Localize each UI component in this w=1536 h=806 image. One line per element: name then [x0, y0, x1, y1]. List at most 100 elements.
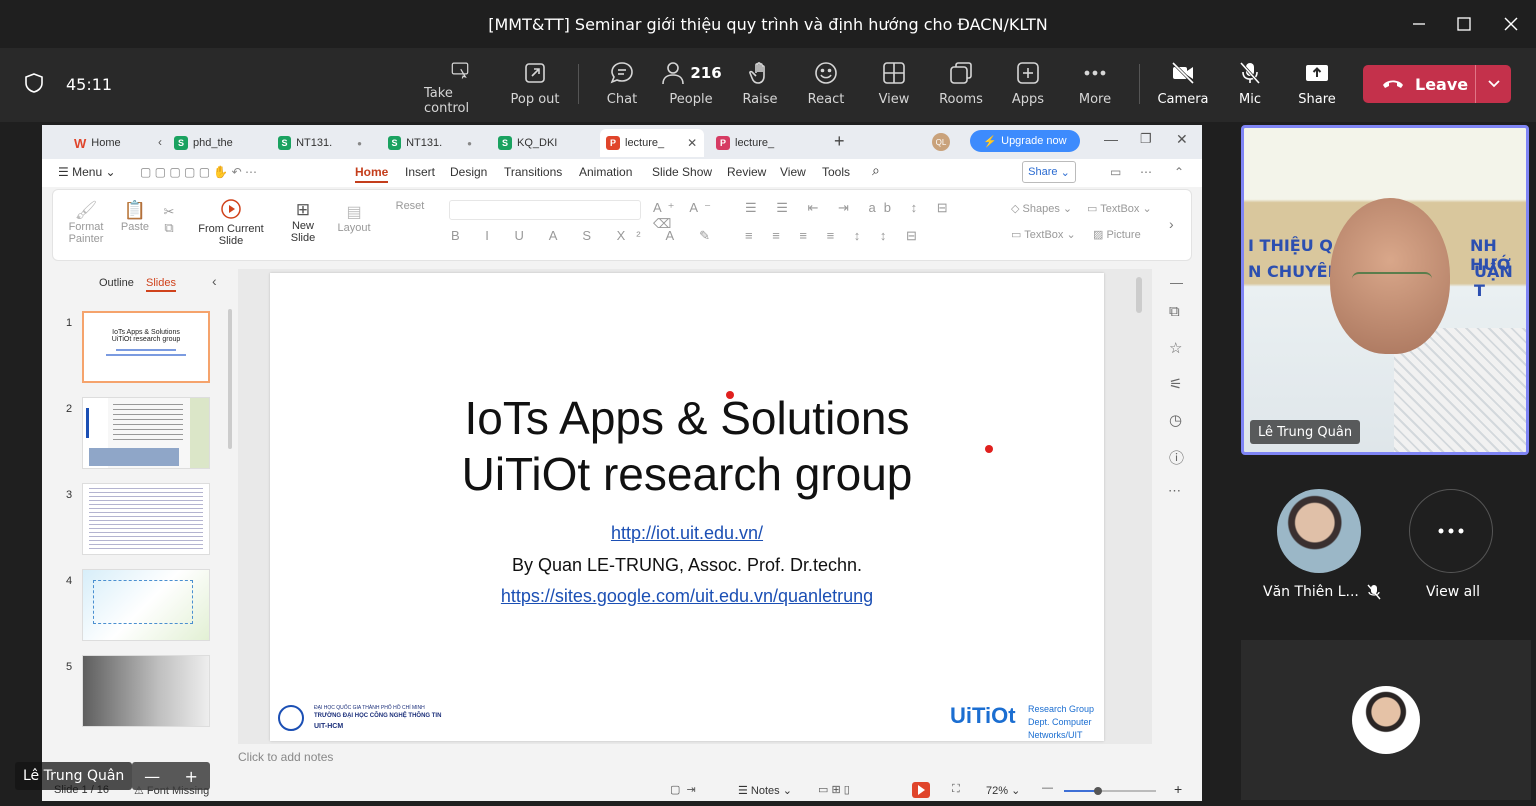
shield-icon[interactable]	[24, 72, 44, 94]
menu-animation[interactable]: Animation	[579, 165, 632, 179]
textbox-button-1[interactable]: ▭ TextBox ⌄	[1087, 202, 1157, 215]
cut-copy-icons[interactable]: ✂ ⧉	[161, 204, 177, 236]
leave-button[interactable]: Leave	[1363, 65, 1511, 103]
wps-minimize-icon[interactable]: —	[1104, 131, 1118, 147]
thumbs-scrollbar[interactable]	[228, 309, 232, 449]
leave-options-button[interactable]	[1475, 65, 1511, 103]
wps-close-icon[interactable]: ✕	[1176, 131, 1188, 148]
slide-thumbnail-1[interactable]: IoTs Apps & Solutions UiTiOt research gr…	[82, 311, 210, 383]
tab-nt131-b[interactable]: S NT131. ●	[382, 129, 478, 157]
rooms-button[interactable]: Rooms	[938, 56, 984, 116]
status-icons[interactable]: ▢ ⇥	[670, 783, 696, 796]
format-painter-button[interactable]: 🖌 Format Painter	[65, 200, 107, 245]
slide-scrollbar[interactable]	[1136, 277, 1142, 313]
slide-link-sites[interactable]: https://sites.google.com/uit.edu.vn/quan…	[501, 586, 873, 606]
view-all-button[interactable]	[1409, 489, 1493, 573]
zoom-in-icon[interactable]: +	[1174, 781, 1182, 797]
slide-link-iot[interactable]: http://iot.uit.edu.vn/	[611, 523, 763, 543]
more-button[interactable]: More	[1072, 56, 1118, 116]
slides-tab[interactable]: Slides	[146, 277, 176, 292]
zoom-out-icon[interactable]: —	[1042, 782, 1053, 794]
account-avatar[interactable]: QL	[932, 133, 950, 151]
wps-restore-icon[interactable]: ❐	[1140, 131, 1152, 147]
camera-button[interactable]: Camera	[1157, 56, 1209, 116]
upgrade-button[interactable]: ⚡ Upgrade now	[970, 130, 1080, 152]
textbox-button-2[interactable]: ▭ TextBox ⌄	[1011, 228, 1081, 241]
search-icon[interactable]: ⌕	[872, 162, 880, 179]
notes-area[interactable]: Click to add notes	[238, 750, 1152, 774]
reset-button[interactable]: Reset	[385, 200, 435, 212]
picture-button[interactable]: ▨ Picture	[1093, 228, 1153, 241]
new-tab-icon[interactable]: +	[834, 131, 845, 152]
fit-icon[interactable]: ⛶	[952, 783, 960, 796]
menu-transitions[interactable]: Transitions	[504, 165, 562, 179]
menu-home[interactable]: Home	[355, 165, 389, 183]
menu-view[interactable]: View	[780, 165, 806, 179]
paste-button[interactable]: 📋 Paste	[115, 200, 155, 233]
paragraph-icons-row1[interactable]: ☰ ☰ ⇤ ⇥ ab ↕ ⊟	[745, 200, 995, 216]
pop-out-button[interactable]: Pop out	[508, 56, 562, 116]
slide-thumbnail-3[interactable]	[82, 483, 210, 555]
tab-phd[interactable]: S phd_the	[168, 129, 264, 157]
font-family-select[interactable]	[449, 200, 641, 220]
menu-button[interactable]: ☰ Menu ⌄	[58, 165, 116, 179]
minimize-button[interactable]	[1405, 10, 1433, 38]
view-button[interactable]: View	[872, 56, 916, 116]
tab-nt131-a[interactable]: S NT131. ●	[272, 129, 368, 157]
self-view-tile[interactable]	[1241, 640, 1531, 800]
menu-tools[interactable]: Tools	[822, 165, 850, 179]
new-slide-button[interactable]: ⊞ New Slide	[281, 200, 325, 244]
duplicate-icon[interactable]: ⧉	[1169, 303, 1180, 320]
layout-button[interactable]: ▤ Layout	[331, 202, 377, 234]
maximize-button[interactable]	[1450, 10, 1478, 38]
tab-scroll-left-icon[interactable]: ‹	[158, 135, 162, 149]
participant-avatar-2[interactable]	[1277, 489, 1361, 573]
share-button[interactable]: Share	[1294, 56, 1340, 116]
zoom-in-share-icon[interactable]: +	[184, 767, 197, 786]
history-icon[interactable]: ◷	[1169, 411, 1182, 429]
comment-icon[interactable]: ▭	[1110, 165, 1121, 179]
sliders-icon[interactable]: ⚟	[1169, 375, 1182, 393]
quick-access-icons[interactable]: ▢ ▢ ▢ ▢ ▢ ✋ ↶ ⋯	[140, 165, 257, 179]
tab-lecture[interactable]: P lecture_	[710, 129, 808, 157]
star-icon[interactable]: ☆	[1169, 339, 1182, 357]
apps-button[interactable]: Apps	[1006, 56, 1050, 116]
slide-thumbnail-5[interactable]	[82, 655, 210, 727]
close-window-button[interactable]	[1497, 10, 1525, 38]
outline-tab[interactable]: Outline	[99, 277, 134, 289]
menu-insert[interactable]: Insert	[405, 165, 435, 179]
slide-thumbnail-4[interactable]	[82, 569, 210, 641]
close-tab-icon[interactable]: ✕	[687, 136, 697, 150]
share-doc-button[interactable]: Share ⌄	[1022, 161, 1076, 183]
ribbon-scroll-right-icon[interactable]: ›	[1169, 216, 1174, 232]
shapes-button[interactable]: ◇ Shapes ⌄	[1011, 202, 1077, 215]
tab-kq-dki[interactable]: S KQ_DKI	[492, 129, 588, 157]
tab-lecture-active[interactable]: P lecture_ ✕	[600, 129, 704, 157]
zoom-slider-thumb[interactable]	[1094, 787, 1102, 795]
react-button[interactable]: React	[804, 56, 848, 116]
collapse-pane-icon[interactable]: ‹	[212, 273, 217, 289]
help-icon[interactable]: ⓘ	[1169, 447, 1184, 468]
paragraph-icons-row2[interactable]: ≡ ≡ ≡ ≡ ↕ ↕ ⊟	[745, 228, 995, 244]
take-control-button[interactable]: Take control	[424, 56, 496, 116]
zoom-level[interactable]: 72% ⌄	[986, 784, 1020, 797]
menu-slide-show[interactable]: Slide Show	[652, 165, 712, 179]
chat-button[interactable]: Chat	[600, 56, 644, 116]
leave-main[interactable]: Leave	[1363, 65, 1475, 103]
share-zoom-controls[interactable]: — +	[132, 762, 210, 790]
tab-home[interactable]: W Home	[68, 129, 127, 157]
current-slide[interactable]: IoTs Apps & Solutions UiTiOt research gr…	[270, 273, 1104, 741]
font-size-icons[interactable]: A⁺ A⁻ ⌫	[653, 200, 723, 232]
collapse-ribbon-icon[interactable]: ⌃	[1174, 165, 1184, 179]
minus-icon[interactable]: —	[1170, 275, 1183, 290]
mic-button[interactable]: Mic	[1228, 56, 1272, 116]
people-button[interactable]: 216 People	[662, 56, 722, 116]
active-speaker-video[interactable]: I THIỆU Q N CHUYÊN NH HƯỚ UẬN T Lê Trung…	[1241, 125, 1529, 455]
notes-toggle[interactable]: ☰ Notes ⌄	[738, 784, 792, 797]
more-dots-icon[interactable]: ⋯	[1168, 483, 1181, 499]
more-dots-icon[interactable]: ⋯	[1140, 165, 1152, 179]
view-mode-icons[interactable]: ▭ ⊞ ▯	[818, 783, 850, 796]
menu-design[interactable]: Design	[450, 165, 487, 179]
slide-thumbnail-2[interactable]	[82, 397, 210, 469]
zoom-out-share-icon[interactable]: —	[144, 767, 160, 786]
